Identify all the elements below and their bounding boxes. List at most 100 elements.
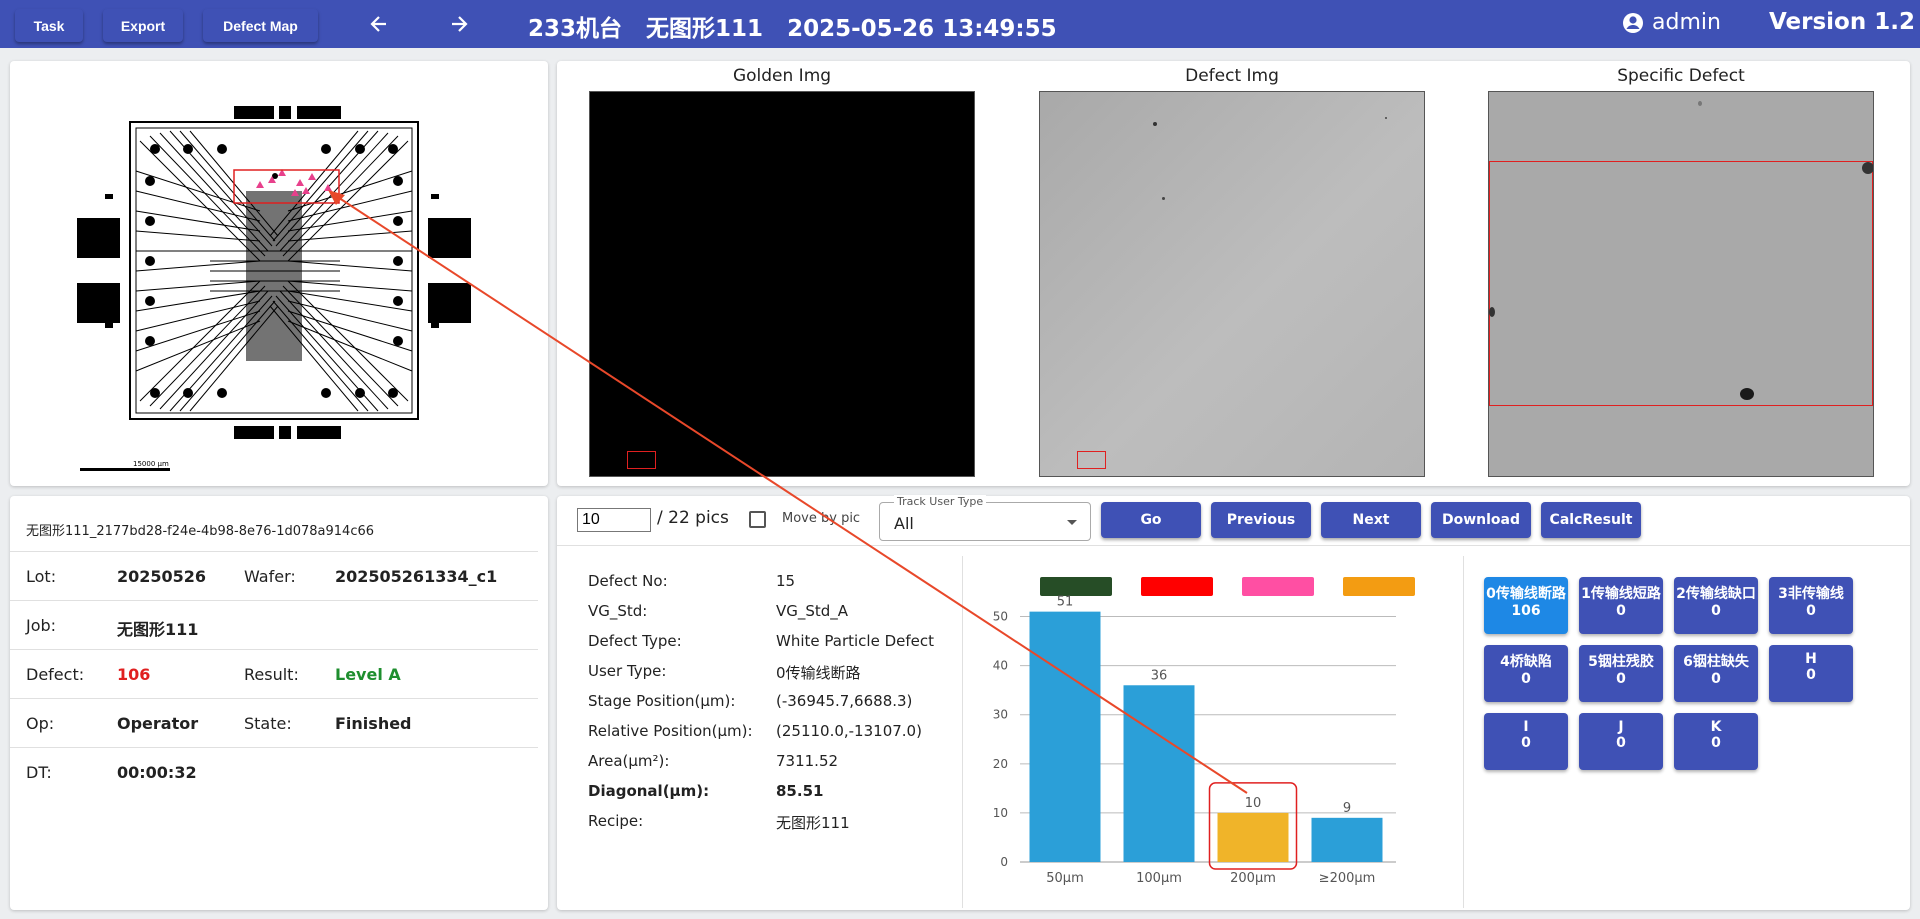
defect-class-button[interactable]: K0 <box>1674 713 1758 770</box>
class-count: 0 <box>1616 603 1626 619</box>
bar-value-label: 36 <box>1151 668 1168 683</box>
x-tick-label: 100µm <box>1136 871 1182 886</box>
bar <box>1311 817 1383 862</box>
bar-value-label: 9 <box>1343 801 1351 816</box>
y-tick-label: 30 <box>993 708 1008 722</box>
class-name: I <box>1523 719 1529 735</box>
defect-image[interactable] <box>1039 91 1425 477</box>
class-count: 0 <box>1616 735 1626 751</box>
export-button[interactable]: Export <box>103 9 183 42</box>
specific-defect-title: Specific Defect <box>1617 66 1745 86</box>
defect-class-button[interactable]: 2传输线缺口 0 <box>1674 577 1758 634</box>
legend-swatch <box>1141 577 1213 596</box>
op-value: Operator <box>117 714 199 733</box>
diagonal-label: Diagonal(µm): <box>588 782 710 800</box>
defect-spot <box>1740 388 1754 400</box>
class-count: 0 <box>1521 735 1531 751</box>
defect-class-button[interactable]: H0 <box>1769 645 1853 702</box>
defect-spot <box>1385 117 1387 119</box>
task-button[interactable]: Task <box>15 9 83 42</box>
class-name: K <box>1710 719 1722 735</box>
class-name: H <box>1805 651 1817 667</box>
defect-class-button[interactable]: 1传输线短路 0 <box>1579 577 1663 634</box>
defect-class-button[interactable]: 4桥缺陷 0 <box>1484 645 1568 702</box>
defect-class-button[interactable]: 3非传输线 0 <box>1769 577 1853 634</box>
defect-spot <box>1489 307 1495 317</box>
move-by-pic-checkbox[interactable] <box>749 511 766 528</box>
lot-label: Lot: <box>26 567 57 586</box>
next-button[interactable]: Next <box>1321 502 1421 538</box>
wafer-map[interactable]: 15000 µm <box>10 61 548 486</box>
class-count: 0 <box>1616 671 1626 687</box>
divider <box>1463 556 1464 908</box>
previous-button[interactable]: Previous <box>1211 502 1311 538</box>
vg-std-value: VG_Std_A <box>776 602 849 620</box>
specific-defect-image[interactable] <box>1488 91 1874 477</box>
state-value: Finished <box>335 714 412 733</box>
class-name: 3非传输线 <box>1778 586 1844 602</box>
defect-spot <box>1153 122 1157 126</box>
scale-label: 15000 µm <box>133 460 169 468</box>
class-count: 0 <box>1806 667 1816 683</box>
chevron-down-icon <box>1067 520 1077 525</box>
golden-roi-box <box>627 451 656 469</box>
lot-value: 20250526 <box>117 567 207 586</box>
defect-class-button[interactable]: J0 <box>1579 713 1663 770</box>
user-name: admin <box>1652 10 1721 35</box>
stage-position-label: Stage Position(µm): <box>588 692 736 710</box>
diagonal-value: 85.51 <box>776 782 824 800</box>
bar <box>1029 611 1101 862</box>
wafer-label: Wafer: <box>244 567 296 586</box>
recipe-label: Recipe: <box>588 812 644 830</box>
account-circle-icon <box>1623 12 1643 33</box>
defect-map-button[interactable]: Defect Map <box>203 9 318 42</box>
x-tick-label: ≥200µm <box>1319 871 1376 886</box>
back-arrow-icon[interactable] <box>364 9 394 39</box>
result-value: Level A <box>335 665 401 684</box>
result-label: Result: <box>244 665 299 684</box>
legend-swatch <box>1242 577 1314 596</box>
defect-no-value: 15 <box>776 572 796 590</box>
class-name: 2传输线缺口 <box>1676 586 1756 602</box>
bar <box>1217 812 1289 862</box>
vg-std-label: VG_Std: <box>588 602 648 620</box>
calc-result-button[interactable]: CalcResult <box>1541 502 1641 538</box>
op-label: Op: <box>26 714 55 733</box>
defect-spot <box>1698 101 1702 106</box>
pic-number-input[interactable] <box>577 508 651 532</box>
class-name: 0传输线断路 <box>1486 586 1566 602</box>
divider <box>962 556 963 908</box>
stage-position-value: (-36945.7,6688.3) <box>776 692 913 710</box>
forward-arrow-icon[interactable] <box>444 9 474 39</box>
specific-roi-box <box>1489 161 1873 406</box>
state-label: State: <box>244 714 292 733</box>
info-row-defect: Defect: 106 Result: Level A <box>10 649 538 698</box>
golden-img-title: Golden Img <box>732 66 832 86</box>
job-value: 无图形111 <box>117 620 199 639</box>
defect-type-value: White Particle Defect <box>776 632 934 650</box>
info-row-op: Op: Operator State: Finished <box>10 698 538 747</box>
class-name: 6铟柱缺失 <box>1683 654 1749 670</box>
track-user-type-value: All <box>894 514 914 533</box>
user-type-value: 0传输线断路 <box>776 664 861 682</box>
defect-class-button[interactable]: 6铟柱缺失 0 <box>1674 645 1758 702</box>
defect-class-button[interactable]: 0传输线断路 106 <box>1484 577 1568 634</box>
info-row-job: Job: 无图形111 <box>10 600 538 649</box>
job-label: Job: <box>26 616 57 635</box>
bar-value-label: 51 <box>1057 595 1074 610</box>
user-menu[interactable]: admin <box>1622 10 1721 35</box>
download-button[interactable]: Download <box>1431 502 1531 538</box>
recipe-value: 无图形111 <box>776 814 850 832</box>
class-name: 4桥缺陷 <box>1500 654 1552 670</box>
go-button[interactable]: Go <box>1101 502 1201 538</box>
defect-class-button[interactable]: 5铟柱残胶 0 <box>1579 645 1663 702</box>
track-user-type-select[interactable]: Track User Type All <box>879 495 1091 541</box>
defect-class-button[interactable]: I0 <box>1484 713 1568 770</box>
defect-size-chart: 0 10 20 30 40 50 51 50µm 36 100µm 10 200µm 9 ≥200µm <box>993 577 1415 886</box>
class-count: 0 <box>1521 671 1531 687</box>
class-count: 0 <box>1806 603 1816 619</box>
class-name: 1传输线短路 <box>1581 586 1661 602</box>
class-name: 5铟柱残胶 <box>1588 654 1654 670</box>
defect-spot <box>1862 162 1873 174</box>
golden-image[interactable] <box>589 91 975 477</box>
